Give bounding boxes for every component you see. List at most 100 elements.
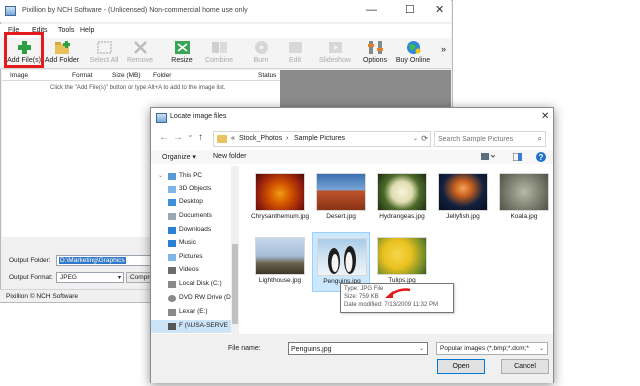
back-button[interactable]: ← <box>159 132 169 143</box>
menu-tools[interactable]: Tools <box>58 27 74 34</box>
chevron-down-icon[interactable]: ⌄ <box>413 135 418 142</box>
search-input[interactable] <box>438 134 530 145</box>
nav-3d-objects[interactable]: 3D Objects <box>151 183 231 196</box>
nav-music[interactable]: Music <box>151 237 231 250</box>
organize-button[interactable]: Organize ▾ <box>162 153 196 161</box>
thumbnail-image <box>255 237 305 275</box>
nav-label: Videos <box>179 266 199 273</box>
up-button[interactable]: ↑ <box>198 132 203 143</box>
forward-button[interactable]: → <box>173 132 183 143</box>
nav-label: Lexar (E:) <box>179 308 208 315</box>
column-folder[interactable]: Folder <box>153 72 171 79</box>
compression-button[interactable]: Compression <box>126 272 152 283</box>
maximize-button[interactable]: ☐ <box>405 4 415 16</box>
slideshow-icon <box>328 42 342 53</box>
navigation-scrollbar[interactable] <box>231 166 239 344</box>
nav-network-drive[interactable]: F (\\USA-SERVE <box>151 320 231 333</box>
output-format-select[interactable]: JPEG ▾ <box>56 272 124 283</box>
nav-lexar[interactable]: Lexar (E:) <box>151 306 231 319</box>
nav-label: F (\\USA-SERVE <box>179 322 229 329</box>
minimize-button[interactable]: — <box>366 4 377 16</box>
video-icon <box>168 267 176 274</box>
file-name-field[interactable]: ⌄ <box>288 342 428 355</box>
nav-dvd-drive[interactable]: DVD RW Drive (D <box>151 292 231 305</box>
chevron-down-icon[interactable]: ⌄ <box>419 345 424 352</box>
buy-online-button[interactable]: Buy Online <box>394 40 432 64</box>
address-bar[interactable]: « Stock_Photos › Sample Pictures ⌄ ⟳ <box>213 131 431 147</box>
combine-button[interactable]: Combine <box>202 40 236 64</box>
edit-button[interactable]: Edit <box>284 40 306 64</box>
thumbnail-image <box>499 173 549 211</box>
file-item-jellyfish[interactable]: Jellyfish.jpg <box>434 168 492 228</box>
new-folder-button[interactable]: New folder <box>213 153 246 160</box>
nav-this-pc[interactable]: ⌄ This PC <box>151 170 231 183</box>
open-button[interactable]: Open <box>437 359 485 374</box>
options-label: Options <box>362 57 388 64</box>
add-folder-button[interactable]: Add Folder <box>44 40 80 64</box>
navigation-pane[interactable]: ⌄ This PC 3D Objects Desktop Documents Do… <box>151 166 231 344</box>
column-size[interactable]: Size (MB) <box>112 72 141 79</box>
breadcrumb-stock-photos[interactable]: Stock_Photos <box>239 135 282 142</box>
file-list[interactable]: Chrysanthemum.jpg Desert.jpg Hydrangeas.… <box>241 166 553 344</box>
burn-label: Burn <box>253 57 269 64</box>
thumbnail-image <box>317 238 367 276</box>
status-text: Pixillion © NCH Software <box>6 293 78 300</box>
file-name: Jellyfish.jpg <box>446 213 480 220</box>
nav-downloads[interactable]: Downloads <box>151 224 231 237</box>
view-options-icon[interactable] <box>481 152 496 163</box>
file-item-hydrangeas[interactable]: Hydrangeas.jpg <box>373 168 431 228</box>
chevron-down-icon: ▾ <box>117 275 121 281</box>
resize-icon <box>174 41 190 54</box>
cancel-button[interactable]: Cancel <box>501 359 549 374</box>
help-icon[interactable]: ? <box>536 152 546 164</box>
toolbar: Add File(s) Add Folder Select All Remove… <box>0 38 451 69</box>
menu-help[interactable]: Help <box>80 27 94 34</box>
column-format[interactable]: Format <box>72 72 93 79</box>
dvd-icon <box>168 295 176 302</box>
burn-button[interactable]: Burn <box>250 40 272 64</box>
column-status[interactable]: Status <box>258 72 283 83</box>
download-icon <box>168 227 176 234</box>
nav-label: Local Disk (C:) <box>179 280 222 287</box>
file-item-desert[interactable]: Desert.jpg <box>312 168 370 228</box>
nav-pictures[interactable]: Pictures <box>151 251 231 264</box>
options-button[interactable]: Options <box>362 40 388 64</box>
column-image[interactable]: Image <box>10 72 28 79</box>
nav-local-disk[interactable]: Local Disk (C:) <box>151 278 231 291</box>
slideshow-button[interactable]: Slideshow <box>317 40 353 64</box>
scrollbar-thumb[interactable] <box>232 244 238 324</box>
resize-button[interactable]: Resize <box>168 40 196 64</box>
refresh-icon[interactable]: ⟳ <box>421 134 428 143</box>
image-list-header: Image Format Size (MB) Folder <box>2 70 280 81</box>
close-button[interactable]: ✕ <box>435 4 444 16</box>
dialog-close-button[interactable]: ✕ <box>541 111 549 122</box>
thumbnail-image <box>255 173 305 211</box>
breadcrumb-sample-pictures[interactable]: Sample Pictures <box>294 135 345 142</box>
nav-videos[interactable]: Videos <box>151 264 231 277</box>
file-type-filter-select[interactable]: Popular images (*.bmp;*.dcm;* ⌄ <box>436 342 548 355</box>
select-all-button[interactable]: Select All <box>88 40 120 64</box>
thumbnail-image <box>377 173 427 211</box>
output-folder-input[interactable]: D:\Marketing\Graphics <box>56 255 152 266</box>
file-item-koala[interactable]: Koala.jpg <box>495 168 553 228</box>
nav-desktop[interactable]: Desktop <box>151 196 231 209</box>
dialog-title: Locate image files <box>170 113 227 120</box>
file-name-label: File name: <box>228 345 261 352</box>
nav-documents[interactable]: Documents <box>151 210 231 223</box>
globe-icon <box>406 41 420 54</box>
menu-bar: File Edits Tools Help <box>0 24 451 38</box>
file-item-chrysanthemum[interactable]: Chrysanthemum.jpg <box>251 168 309 228</box>
recent-locations-button[interactable]: ⌄ <box>187 130 194 139</box>
nav-label: Documents <box>179 212 212 219</box>
document-icon <box>168 213 176 220</box>
search-box[interactable]: ⌕ <box>434 131 546 147</box>
file-type-filter-value: Popular images (*.bmp;*.dcm;* <box>440 345 529 352</box>
toolbar-overflow-button[interactable]: » <box>441 44 446 54</box>
preview-pane-icon[interactable] <box>512 152 523 163</box>
file-name-input[interactable] <box>291 344 415 354</box>
thumbnail-image <box>316 173 366 211</box>
file-item-lighthouse[interactable]: Lighthouse.jpg <box>251 232 309 292</box>
file-name: Chrysanthemum.jpg <box>251 213 310 220</box>
remove-button[interactable]: Remove <box>124 40 156 64</box>
collapse-icon[interactable]: ⌄ <box>158 172 163 179</box>
